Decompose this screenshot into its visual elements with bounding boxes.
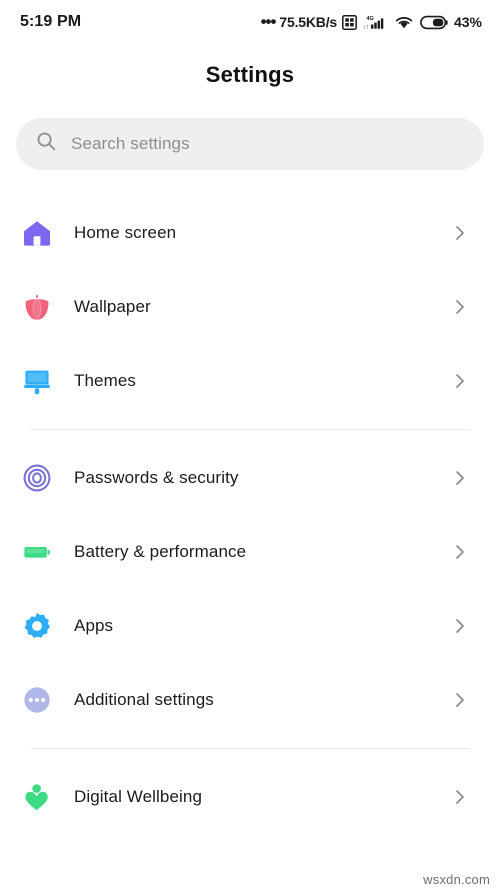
search-icon [36,131,57,157]
svg-text:↓↑: ↓↑ [363,25,369,31]
chevron-right-icon [450,542,470,562]
settings-row[interactable]: Apps [0,589,500,663]
fingerprint-icon [0,463,74,493]
settings-row-label: Digital Wellbeing [74,787,203,806]
settings-row[interactable]: Themes [0,344,500,418]
gear-icon [0,611,74,641]
settings-row[interactable]: Battery & performance [0,515,500,589]
chevron-right-icon [450,690,470,710]
settings-list: Home screen Wallpaper Themes Passwords & se… [0,196,500,834]
wifi-icon [392,15,414,30]
settings-row-label: Home screen [74,223,177,242]
battery-icon [0,537,74,567]
settings-row[interactable]: Additional settings [0,663,500,737]
status-indicators: ••• 75.5KB/s 4G ↓↑ 43% [260,12,482,31]
paint-brush-icon [0,366,74,396]
chevron-right-icon [450,371,470,391]
status-time: 5:19 PM [20,13,82,30]
search-placeholder: Search settings [71,134,190,153]
signal-4g-icon: 4G ↓↑ [362,14,387,30]
settings-row-label: Battery & performance [74,542,247,561]
network-dots-icon: ••• [260,12,277,31]
settings-row-label: Additional settings [74,690,214,709]
settings-row[interactable]: Digital Wellbeing [0,760,500,834]
watermark: wsxdn.com [423,872,490,887]
battery-percent-label: 43% [453,14,482,30]
settings-row-label: Wallpaper [74,297,151,316]
person-heart-icon [0,782,74,812]
chevron-right-icon [450,297,470,317]
settings-row-label: Themes [74,371,137,390]
group-divider [30,429,470,430]
chevron-right-icon [450,787,470,807]
settings-row-label: Apps [74,616,114,635]
chevron-right-icon [450,468,470,488]
group-divider [30,748,470,749]
settings-screen: 5:19 PM ••• 75.5KB/s 4G ↓↑ 43% Settings … [0,0,500,893]
battery-icon [419,15,448,30]
settings-row[interactable]: Home screen [0,196,500,270]
chevron-right-icon [450,223,470,243]
tulip-flower-icon [0,292,74,322]
svg-text:4G: 4G [366,16,373,22]
more-dots-icon [0,685,74,715]
search-input[interactable]: Search settings [16,118,484,170]
sim-card-icon [342,14,357,30]
settings-row-label: Passwords & security [74,468,239,487]
chevron-right-icon [450,616,470,636]
settings-row[interactable]: Passwords & security [0,441,500,515]
home-icon [0,218,74,248]
settings-row[interactable]: Wallpaper [0,270,500,344]
status-bar: 5:19 PM ••• 75.5KB/s 4G ↓↑ 43% [0,0,500,44]
network-speed-label: 75.5KB/s [279,14,337,30]
page-title: Settings [205,62,295,87]
